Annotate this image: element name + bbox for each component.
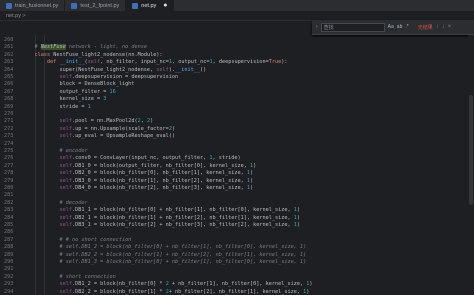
code-line[interactable]: 294 self.DB2_2 = block(nb_filter[1] * 2+… bbox=[0, 289, 468, 295]
code-text: self.DB3_1 = block(nb_filter[2] + nb_fil… bbox=[59, 222, 300, 228]
code-text: self.pool = nn.MaxPool2d(2, 2) bbox=[59, 118, 154, 125]
code-text: kernel_size = 3 bbox=[22, 96, 107, 103]
code-line[interactable]: 280 self.DB4_0 = block(nb_filter[2], nb_… bbox=[0, 185, 468, 192]
line-number: 281 bbox=[4, 192, 14, 199]
code-line[interactable]: 292 # short connection bbox=[0, 274, 468, 281]
code-line[interactable]: 265 self.deepsupervision = deepsupervisi… bbox=[0, 74, 468, 81]
chevron-right-icon[interactable]: › bbox=[316, 24, 318, 30]
code-text: # decoder bbox=[22, 199, 88, 206]
code-text: self.deepsupervision = deepsupervision bbox=[59, 74, 179, 80]
code-line[interactable]: 261 # NestFuse network - light, no dense bbox=[0, 44, 468, 51]
code-line[interactable]: 283 self.DB1_1 = block(nb_filter[0] + nb… bbox=[0, 207, 468, 214]
tab-test-2-fpoint[interactable]: test_2_fpoint.py bbox=[65, 0, 127, 11]
code-text: self.DB1_1 = block(nb_filter[0] + nb_fil… bbox=[59, 207, 300, 214]
python-file-icon bbox=[71, 2, 78, 9]
code-text: self.DB2_0 = block(nb_filter[0], nb_filt… bbox=[59, 170, 254, 177]
code-text: # NestFuse network - light, no dense bbox=[22, 44, 147, 51]
find-result-status: 无结果 bbox=[417, 24, 433, 31]
code-text: # short connection bbox=[22, 273, 116, 280]
code-line[interactable]: 287 # # no short connection bbox=[0, 237, 468, 244]
code-line[interactable]: 264 super(NestFuse_light2_nodense, self)… bbox=[0, 67, 468, 74]
python-file-icon bbox=[132, 2, 139, 9]
code-line[interactable]: 266 block = DenseBlock_light bbox=[0, 81, 468, 88]
line-number: 270 bbox=[4, 111, 14, 117]
code-line[interactable]: 290 # self.DB1_3 = block(nb_filter[0] + … bbox=[0, 259, 468, 266]
code-line[interactable]: 279 self.DB3_0 = block(nb_filter[1], nb_… bbox=[0, 178, 468, 185]
line-number: 260 bbox=[4, 37, 14, 43]
code-text: self.conv0 = ConvLayer(input_nc, output_… bbox=[59, 155, 241, 162]
find-input[interactable]: 查找 bbox=[320, 22, 385, 32]
code-line[interactable]: 277 self.DB1_0 = block(output_filter, nb… bbox=[0, 163, 468, 170]
code-text: self.up_eval = UpsampleReshape_eval() bbox=[59, 133, 176, 140]
code-text: stride = 1 bbox=[22, 103, 91, 110]
code-text: # self.DB1_3 = block(nb_filter[0] + nb_f… bbox=[22, 259, 307, 265]
unsaved-dot-icon[interactable]: ● bbox=[163, 2, 167, 9]
code-line[interactable]: 278 self.DB2_0 = block(nb_filter[0], nb_… bbox=[0, 170, 468, 177]
code-line[interactable]: 262 class NestFuse_light2_nodense(nn.Mod… bbox=[0, 52, 468, 59]
find-widget: › 查找 Aa ab .* 无结果 ↑ ↓ × bbox=[312, 20, 474, 35]
vertical-scrollbar[interactable] bbox=[468, 35, 474, 295]
match-case-toggle[interactable]: Aa bbox=[388, 24, 394, 30]
code-text: self.DB3_0 = block(nb_filter[1], nb_filt… bbox=[59, 177, 254, 184]
code-line[interactable]: 275 # encoder bbox=[0, 148, 468, 155]
code-text: # self.DB2_2 = block(nb_filter[1] + nb_f… bbox=[22, 251, 307, 258]
code-text: self.DB1_2 = block(nb_filter[0] * 2 + nb… bbox=[59, 281, 313, 288]
tab-label: test_2_fpoint.py bbox=[80, 2, 120, 9]
tab-bar: train_fusionnet.py test_2_fpoint.py net.… bbox=[0, 0, 474, 11]
line-number: 286 bbox=[4, 229, 14, 236]
code-text: self.DB4_0 = block(nb_filter[2], nb_filt… bbox=[59, 185, 254, 191]
scrollbar-thumb[interactable] bbox=[469, 95, 473, 205]
code-text: class NestFuse_light2_nodense(nn.Module)… bbox=[34, 51, 163, 58]
arrow-up-icon[interactable]: ↑ bbox=[436, 24, 439, 30]
code-line[interactable]: 285 self.DB3_1 = block(nb_filter[2] + nb… bbox=[0, 222, 468, 229]
code-line[interactable]: 273 self.up_eval = UpsampleReshape_eval(… bbox=[0, 133, 468, 140]
code-line[interactable]: 274 bbox=[0, 141, 468, 148]
code-line[interactable]: 269 stride = 1 bbox=[0, 104, 468, 111]
python-file-icon bbox=[6, 2, 12, 9]
regex-toggle[interactable]: .* bbox=[405, 24, 408, 30]
code-line[interactable]: 271 self.pool = nn.MaxPool2d(2, 2) bbox=[0, 118, 468, 125]
tab-label: train_fusionnet.py bbox=[15, 2, 59, 9]
code-text: # encoder bbox=[22, 148, 88, 154]
close-icon[interactable]: × bbox=[448, 24, 452, 30]
code-line[interactable]: 288 # self.DB1_2 = block(nb_filter[0] + … bbox=[0, 244, 468, 251]
code-line[interactable]: 263 def __init__(self, nb_filter, input_… bbox=[0, 59, 468, 66]
code-text: def __init__(self, nb_filter, input_nc=1… bbox=[47, 59, 288, 66]
tab-net[interactable]: net.py ● bbox=[126, 0, 175, 11]
code-line[interactable]: 270 bbox=[0, 111, 468, 118]
code-text: block = DenseBlock_light bbox=[22, 81, 135, 88]
code-text: self.up = nn.Upsample(scale_factor=2) bbox=[59, 125, 176, 132]
tab-train-fusionnet[interactable]: train_fusionnet.py bbox=[0, 0, 66, 11]
code-text: self.DB2_2 = block(nb_filter[1] * 2+ nb_… bbox=[59, 288, 310, 295]
code-line[interactable]: 276 self.conv0 = ConvLayer(input_nc, out… bbox=[0, 155, 468, 162]
code-line[interactable]: 268 kernel_size = 3 bbox=[0, 96, 468, 103]
code-text: self.DB2_1 = block(nb_filter[1] + nb_fil… bbox=[59, 214, 300, 221]
match-word-toggle[interactable]: ab bbox=[397, 24, 403, 30]
code-line[interactable]: 267 output_filter = 16 bbox=[0, 89, 468, 96]
code-text: # self.DB1_2 = block(nb_filter[0] + nb_f… bbox=[22, 244, 307, 251]
arrow-down-icon[interactable]: ↓ bbox=[442, 24, 445, 30]
code-line[interactable]: 260 bbox=[0, 37, 468, 44]
editor-window: train_fusionnet.py test_2_fpoint.py net.… bbox=[0, 0, 474, 295]
code-text: self.DB1_0 = block(output_filter, nb_fil… bbox=[59, 162, 257, 169]
tab-label: net.py bbox=[141, 2, 157, 9]
code-text: super(NestFuse_light2_nodense, self).__i… bbox=[22, 66, 207, 73]
code-text: output_filter = 16 bbox=[22, 88, 116, 95]
code-line[interactable]: 281 bbox=[0, 192, 468, 199]
code-editor[interactable]: 260 261 # NestFuse network - light, no de… bbox=[0, 35, 474, 295]
code-line[interactable]: 282 # decoder bbox=[0, 200, 468, 207]
code-line[interactable]: 284 self.DB2_1 = block(nb_filter[1] + nb… bbox=[0, 215, 468, 222]
code-line[interactable]: 291 bbox=[0, 266, 468, 273]
code-line[interactable]: 289 # self.DB2_2 = block(nb_filter[1] + … bbox=[0, 252, 468, 259]
code-text: # # no short connection bbox=[22, 236, 132, 243]
line-number: 291 bbox=[4, 266, 14, 273]
code-line[interactable]: 293 self.DB1_2 = block(nb_filter[0] * 2 … bbox=[0, 281, 468, 288]
line-number: 274 bbox=[4, 140, 14, 147]
breadcrumb-file[interactable]: net.py > bbox=[6, 13, 26, 19]
code-line[interactable]: 286 bbox=[0, 229, 468, 236]
code-line[interactable]: 272 self.up = nn.Upsample(scale_factor=2… bbox=[0, 126, 468, 133]
